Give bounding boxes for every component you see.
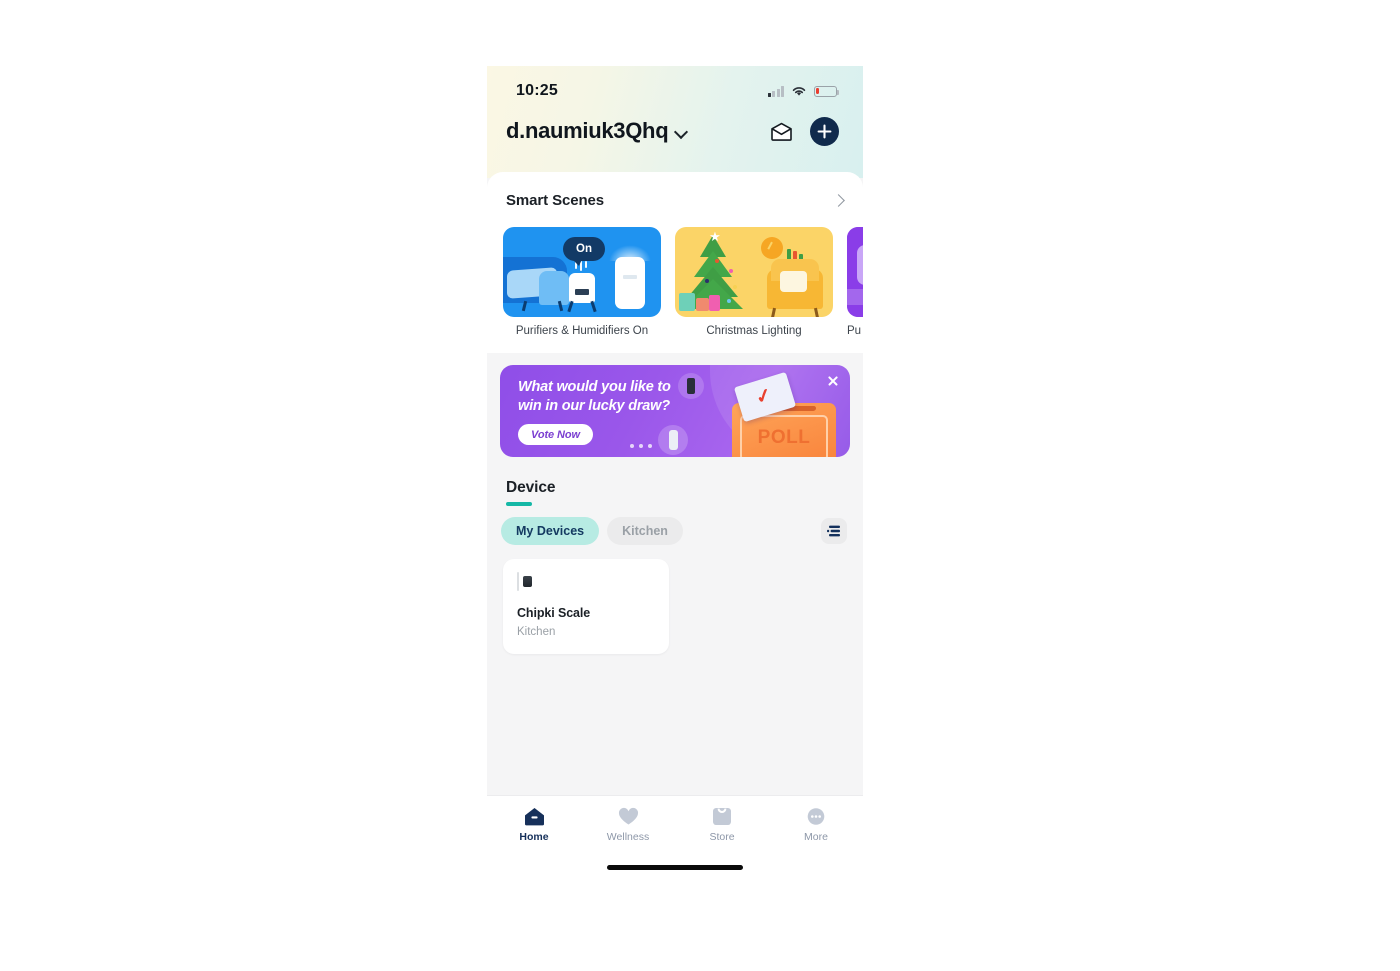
scene-card-partial[interactable]: Pu	[847, 227, 863, 337]
tab-label: Store	[709, 831, 735, 843]
app-header: 10:25 d.naumiuk3Qhq	[487, 66, 863, 178]
smart-scenes-title: Smart Scenes	[506, 191, 605, 209]
scene-status-badge: On	[563, 237, 605, 266]
tab-kitchen[interactable]: Kitchen	[607, 516, 683, 545]
header-actions	[770, 116, 839, 146]
screenshot-canvas: 10:25 d.naumiuk3Qhq Smart Scenes On Puri…	[0, 0, 1400, 971]
status-bar-time: 10:25	[516, 82, 558, 99]
smart-scenes-carousel[interactable]: On Purifiers & Humidifiers On ★ Christma…	[487, 214, 863, 337]
scene-illustration-purifiers: On	[503, 227, 661, 317]
close-icon[interactable]	[825, 373, 841, 389]
tab-more[interactable]: More	[769, 807, 863, 843]
status-bar: 10:25	[487, 66, 863, 100]
mail-icon[interactable]	[770, 122, 793, 141]
scene-label: Christmas Lighting	[706, 325, 802, 337]
banner-product-thumb-1	[678, 373, 704, 399]
bottom-tab-bar: Home Wellness Store More	[487, 795, 863, 883]
scene-illustration-partial	[847, 227, 863, 317]
tree-star-icon: ★	[709, 229, 721, 244]
device-filter-tabs: My Devices Kitchen	[487, 506, 863, 545]
device-section-title: Device	[506, 479, 556, 496]
device-grid: Chipki Scale Kitchen	[487, 545, 863, 654]
shopping-bag-icon	[713, 808, 731, 825]
scene-label: Pu	[847, 325, 862, 337]
status-bar-icons	[767, 85, 840, 97]
chevron-right-icon[interactable]	[833, 194, 845, 206]
banner-headline-line1: What would you like to	[518, 379, 671, 395]
wifi-icon	[792, 87, 806, 96]
tab-label: Wellness	[606, 831, 650, 843]
list-view-icon[interactable]	[821, 517, 847, 544]
more-dots-icon	[807, 808, 825, 825]
tab-label: Home	[519, 831, 549, 843]
cellular-signal-icon	[767, 85, 784, 97]
scene-card-purifiers[interactable]: On Purifiers & Humidifiers On	[503, 227, 661, 337]
device-name: Chipki Scale	[517, 605, 591, 620]
promo-banner[interactable]: What would you like to win in our lucky …	[500, 365, 850, 457]
home-icon	[524, 808, 544, 826]
battery-low-icon	[814, 85, 840, 97]
phone-screen: 10:25 d.naumiuk3Qhq Smart Scenes On Puri…	[487, 66, 863, 883]
account-name: d.naumiuk3Qhq	[506, 118, 669, 143]
tab-my-devices[interactable]: My Devices	[501, 516, 600, 545]
scene-label: Purifiers & Humidifiers On	[515, 325, 649, 337]
add-device-button[interactable]	[810, 116, 839, 146]
chevron-down-icon	[675, 125, 688, 138]
smart-scenes-header[interactable]: Smart Scenes	[487, 186, 863, 214]
scene-card-christmas[interactable]: ★ Christmas Lighting	[675, 227, 833, 337]
promo-banner-wrapper: What would you like to win in our lucky …	[487, 353, 863, 471]
smart-scale-image	[517, 571, 532, 591]
header-title-row: d.naumiuk3Qhq	[487, 100, 863, 156]
banner-product-thumb-2	[658, 425, 688, 455]
vote-now-button[interactable]: Vote Now	[518, 424, 593, 445]
device-section: Device My Devices Kitchen Chipki Scale K…	[487, 471, 863, 771]
wall-clock-icon	[761, 237, 783, 259]
device-room: Kitchen	[517, 625, 556, 638]
device-title-wrap: Device	[487, 475, 863, 506]
heart-icon	[618, 807, 638, 825]
tab-home[interactable]: Home	[487, 807, 581, 843]
tab-wellness[interactable]: Wellness	[581, 807, 675, 843]
poll-box-label: POLL	[740, 415, 828, 457]
plus-icon	[817, 124, 832, 138]
banner-dots-decor	[630, 444, 652, 448]
tab-label: More	[804, 831, 828, 843]
banner-headline-line2: win in our lucky draw?	[518, 398, 670, 415]
device-card[interactable]: Chipki Scale Kitchen	[503, 558, 669, 654]
smart-scenes-section: Smart Scenes On Purifiers & Humidifiers …	[487, 172, 863, 353]
scene-illustration-christmas: ★	[675, 227, 833, 317]
tab-store[interactable]: Store	[675, 807, 769, 843]
armchair-icon	[767, 259, 823, 317]
tab-items: Home Wellness Store More	[487, 796, 863, 843]
account-switcher[interactable]: d.naumiuk3Qhq	[506, 118, 688, 144]
home-indicator	[607, 865, 743, 870]
